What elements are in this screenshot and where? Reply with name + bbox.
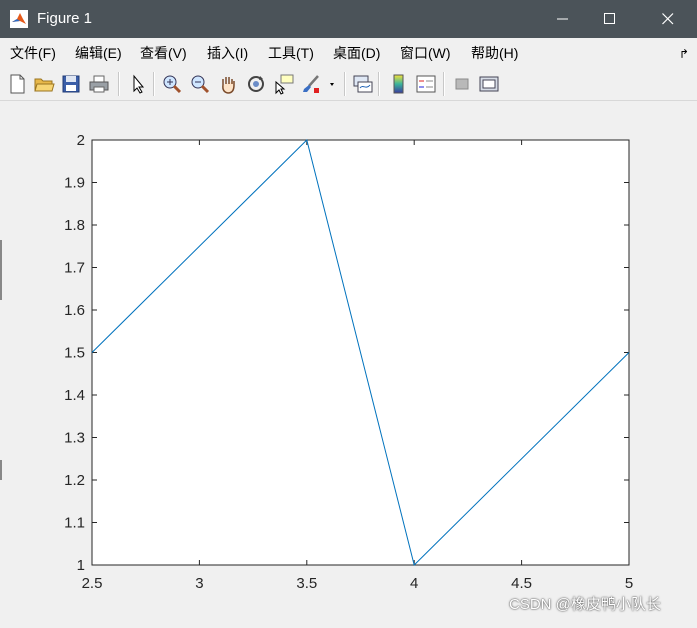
y-tick-label: 1.2 (64, 472, 85, 489)
brush-dropdown-icon[interactable] (324, 73, 338, 95)
menu-insert[interactable]: 插入(I) (207, 45, 248, 61)
toolbar-separator (344, 72, 346, 96)
y-tick-label: 1.9 (64, 175, 85, 192)
y-tick-label: 1 (77, 557, 85, 574)
y-tick-label: 1.8 (64, 217, 85, 234)
print-icon[interactable] (88, 73, 110, 95)
window-edge (0, 460, 2, 480)
save-icon[interactable] (60, 73, 82, 95)
toolbar-separator (378, 72, 380, 96)
figure-canvas: 2.5 3 3.5 4 4.5 5 1 1.1 1.2 1.3 1.4 1.5 1.6 1.7 1.8 1.9… (0, 101, 697, 623)
maximize-button[interactable] (587, 0, 633, 38)
y-tick-label: 1.1 (64, 515, 85, 532)
y-tick-label: 1.7 (64, 260, 85, 277)
y-tick-label: 1.5 (64, 345, 85, 362)
x-tick-label: 3.5 (296, 575, 317, 592)
toolbar-separator (118, 72, 120, 96)
x-tick-label: 2.5 (82, 575, 103, 592)
x-tick-label: 4 (410, 575, 418, 592)
menu-tools[interactable]: 工具(T) (268, 45, 314, 61)
y-tick-label: 1.3 (64, 430, 85, 447)
toolbar-separator (153, 72, 155, 96)
menu-view[interactable]: 查看(V) (140, 45, 187, 61)
data-cursor-icon[interactable] (273, 73, 295, 95)
close-button[interactable] (645, 0, 691, 38)
open-file-icon[interactable] (33, 73, 55, 95)
colorbar-icon[interactable] (388, 73, 410, 95)
maximize-icon (604, 13, 615, 24)
menu-window[interactable]: 窗口(W) (400, 45, 451, 61)
legend-icon[interactable] (415, 73, 437, 95)
dock-arrow-icon[interactable]: ↱ (679, 47, 689, 61)
window-titlebar[interactable]: Figure 1 (0, 0, 697, 38)
menu-bar: 文件(F) 编辑(E) 查看(V) 插入(I) 工具(T) 桌面(D) 窗口(W… (0, 38, 697, 68)
watermark-text: CSDN @橡皮鸭小队长 (509, 596, 661, 613)
figure-toolbar (0, 68, 697, 101)
zoom-out-icon[interactable] (189, 73, 211, 95)
menu-edit[interactable]: 编辑(E) (75, 45, 122, 61)
hide-plot-tools-icon[interactable] (451, 73, 473, 95)
close-icon (662, 13, 674, 25)
show-plot-tools-icon[interactable] (478, 73, 500, 95)
y-tick-label: 2 (77, 132, 85, 149)
matlab-logo-icon (10, 10, 28, 28)
minimize-icon (557, 18, 568, 20)
line-plot[interactable]: 2.5 3 3.5 4 4.5 5 1 1.1 1.2 1.3 1.4 1.5 1.6 1.7 1.8 1.9… (0, 101, 697, 623)
x-tick-label: 4.5 (511, 575, 532, 592)
pan-hand-icon[interactable] (217, 73, 239, 95)
new-figure-icon[interactable] (6, 73, 28, 95)
x-tick-label: 5 (625, 575, 633, 592)
menu-help[interactable]: 帮助(H) (471, 45, 518, 61)
menu-file[interactable]: 文件(F) (10, 45, 56, 61)
link-plot-icon[interactable] (352, 73, 374, 95)
menu-desktop[interactable]: 桌面(D) (333, 45, 380, 61)
x-tick-label: 3 (195, 575, 203, 592)
y-tick-label: 1.4 (64, 387, 85, 404)
window-edge (0, 240, 2, 300)
zoom-in-icon[interactable] (161, 73, 183, 95)
y-tick-label: 1.6 (64, 302, 85, 319)
pointer-icon[interactable] (127, 73, 149, 95)
window-title: Figure 1 (37, 10, 93, 27)
brush-icon[interactable] (300, 73, 322, 95)
toolbar-separator (443, 72, 445, 96)
minimize-button[interactable] (540, 0, 586, 38)
rotate-3d-icon[interactable] (245, 73, 267, 95)
